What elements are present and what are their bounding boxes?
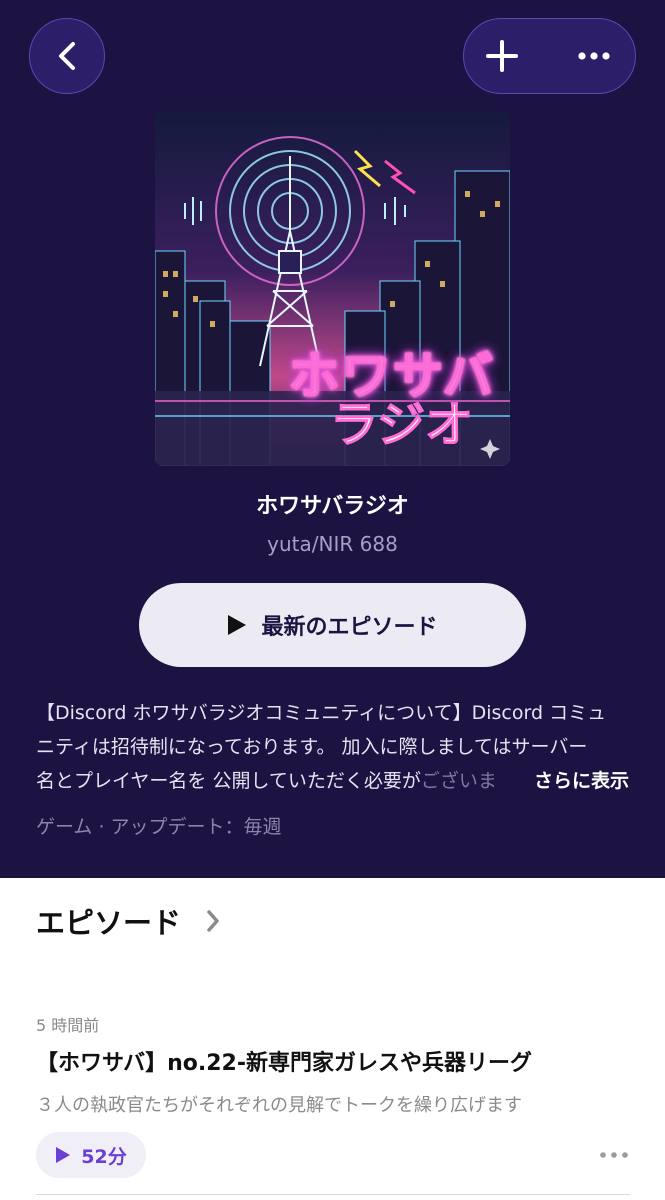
ellipsis-icon [578, 52, 610, 60]
play-latest-label: 最新のエピソード [261, 615, 438, 640]
episodes-section-title[interactable]: エピソード [36, 900, 181, 942]
radio-tower-artwork-image: ホワサバ ラジオ [155, 111, 510, 466]
header-actions [463, 18, 636, 94]
podcast-title: ホワサバラジオ [256, 494, 409, 519]
back-button[interactable] [29, 18, 105, 94]
episode-divider [36, 1194, 630, 1195]
description-line: 【Discord ホワサバラジオコミュニティについて】Discord コミュ [36, 702, 607, 724]
podcast-meta: ゲーム · アップデート：毎週 [36, 816, 282, 838]
podcast-header: ホワサバ ラジオ ホワサバラジオ yuta/NIR 688 最新のエピソード 【… [0, 0, 665, 878]
play-icon [56, 1147, 71, 1163]
episode-duration: 52分 [81, 1145, 127, 1168]
chevron-left-icon [59, 42, 75, 70]
podcast-author-link[interactable]: yuta/NIR 688 [0, 532, 665, 556]
podcast-artwork: ホワサバ ラジオ [155, 111, 510, 466]
description-line: ニティは招待制になっております。 加入に際しましてはサーバー [36, 736, 588, 758]
description-text: 名とプレイヤー名を 公開していただく必要が [36, 770, 421, 792]
add-button[interactable] [464, 19, 546, 93]
chevron-right-icon[interactable] [204, 907, 222, 935]
more-options-button[interactable] [558, 19, 636, 93]
plus-icon [486, 40, 518, 72]
description-faded-text: ございま [420, 770, 497, 792]
play-latest-episode-button[interactable]: 最新のエピソード [139, 583, 526, 667]
episode-more-icon[interactable] [598, 1148, 630, 1162]
episode-play-button[interactable]: 52分 [36, 1132, 146, 1178]
show-more-link[interactable]: さらに表示 [530, 764, 630, 798]
play-icon [228, 615, 247, 635]
episode-time-ago: 5 時間前 [36, 1016, 100, 1035]
artwork-title-line2: ラジオ [330, 397, 473, 453]
episode-title[interactable]: 【ホワサバ】no.22-新専門家ガレスや兵器リーグ [36, 1045, 532, 1077]
episode-summary: ３人の執政官たちがそれぞれの見解でトークを繰り広げます [36, 1095, 522, 1116]
